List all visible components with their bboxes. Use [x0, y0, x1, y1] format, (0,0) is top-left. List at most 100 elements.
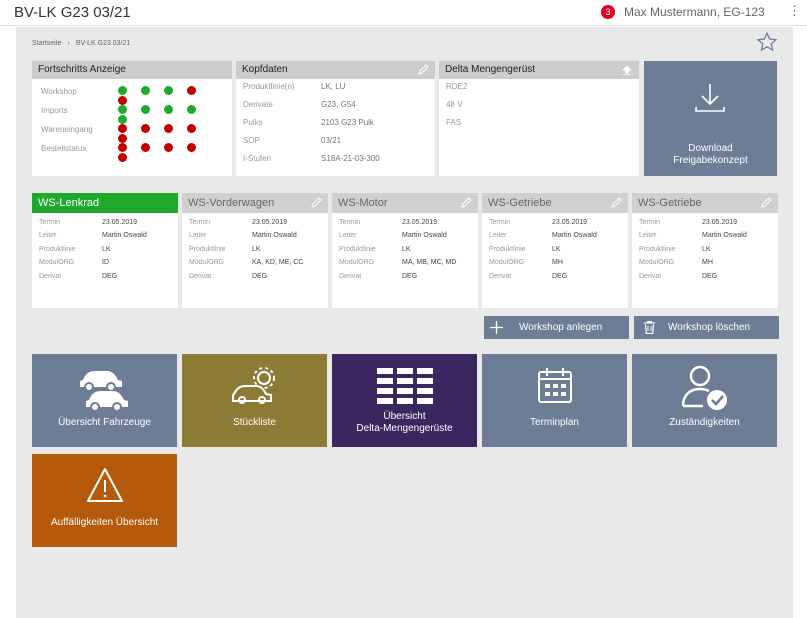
uebersicht-fahrzeuge-tile[interactable]: Übersicht Fahrzeuge: [32, 354, 177, 447]
more-menu-icon[interactable]: ⋮: [788, 3, 801, 19]
workshop-title: WS-Vorderwagen: [188, 197, 275, 209]
workshop-key: Leiter: [489, 232, 507, 240]
workshop-value: DEG: [402, 272, 418, 280]
workshop-row: Termin 23.05.2019: [182, 219, 328, 232]
status-dot-red: [118, 143, 127, 153]
workshop-row: Produktlinie LK: [482, 246, 628, 259]
status-dots: [118, 105, 232, 124]
workshop-key: Produktlinie: [639, 245, 676, 253]
calendar-icon: [537, 368, 572, 403]
kopfdaten-row: SOP 03/21: [243, 136, 435, 154]
workshop-anlegen-label: Workshop anlegen: [519, 322, 603, 333]
edit-icon[interactable]: [760, 197, 772, 209]
workshop-row: ModulORG KA, KD, ME, CC: [182, 259, 328, 272]
download-label-1: Download: [688, 143, 733, 154]
status-dots: [118, 143, 232, 162]
edit-icon[interactable]: [417, 64, 429, 76]
page-title: BV-LK G23 03/21: [14, 4, 131, 21]
delta-card: Delta Mengengerüst RDE2 48 V FAS: [439, 61, 639, 176]
kopfdaten-value: LK, LU: [321, 82, 346, 91]
favorite-star-icon[interactable]: [756, 31, 778, 53]
status-dots: [118, 86, 232, 105]
status-dot-red: [164, 143, 173, 153]
workshop-card[interactable]: WS-Lenkrad Termin 23.05.2019 Leiter Martin O…: [32, 193, 178, 308]
progress-row-label: Workshop: [41, 87, 77, 96]
breadcrumb-separator: ›: [67, 40, 70, 47]
workshop-value: 23.05.2019: [552, 219, 588, 226]
workshop-card[interactable]: WS-Getriebe Termin 23.05.2019 Leiter Martin …: [482, 193, 628, 308]
workshop-row: Termin 23.05.2019: [32, 219, 178, 232]
kopfdaten-key: SOP: [243, 136, 260, 145]
delta-item: RDE2: [446, 82, 468, 91]
tile-label: Übersicht Fahrzeuge: [58, 417, 151, 428]
workshop-key: Produktlinie: [189, 245, 226, 253]
workshop-key: Termin: [189, 219, 211, 226]
user-name[interactable]: Max Mustermann, EG-123: [624, 5, 765, 19]
workshop-value: LK: [102, 245, 111, 253]
workshop-row: ModulORG MA, MB, MC, MD: [332, 259, 478, 272]
workshop-key: ModulORG: [189, 259, 225, 267]
workshop-value: ID: [102, 259, 109, 267]
workshop-value: KA, KD, ME, CC: [252, 259, 304, 267]
kopfdaten-card: Kopfdaten Produktlinie(n) LK, LU Derivate G…: [236, 61, 435, 176]
notification-badge[interactable]: 3: [601, 5, 615, 19]
tile-label: Auffälligkeiten Übersicht: [50, 517, 159, 528]
kopfdaten-value: G23, G54: [321, 100, 356, 109]
cars-icon: [79, 371, 128, 412]
workshop-row: Termin 23.05.2019: [482, 219, 628, 232]
workshop-title: WS-Getriebe: [488, 197, 552, 209]
progress-row-label: Bestellstatus: [41, 144, 87, 153]
edit-icon[interactable]: [460, 197, 472, 209]
terminplan-tile[interactable]: Terminplan: [482, 354, 627, 447]
uebersicht-delta-mengengerueste-tile[interactable]: Übersicht Delta-Mengengerüste: [332, 354, 477, 447]
workshop-key: Leiter: [639, 232, 657, 240]
status-dot-green: [118, 105, 127, 115]
workshop-row: Termin 23.05.2019: [332, 219, 478, 232]
delta-title: Delta Mengengerüst: [445, 64, 536, 75]
status-dot-red: [187, 143, 196, 153]
workshop-row: Derivat DEG: [32, 273, 178, 286]
workshop-card[interactable]: WS-Vorderwagen Termin 23.05.2019 Leiter Mart…: [182, 193, 328, 308]
status-dot-red: [118, 133, 127, 143]
status-dot-green: [187, 105, 196, 115]
workshop-anlegen-button[interactable]: Workshop anlegen: [484, 316, 629, 339]
kopfdaten-key: Derivate: [243, 100, 273, 109]
download-freigabekonzept-tile[interactable]: Download Freigabekonzept: [644, 61, 777, 176]
status-dot-green: [118, 114, 127, 124]
status-dot-red: [141, 124, 150, 134]
workshop-key: ModulORG: [639, 259, 675, 267]
workshop-card[interactable]: WS-Getriebe Termin 23.05.2019 Leiter Martin …: [632, 193, 778, 308]
upload-icon[interactable]: [621, 64, 633, 76]
breadcrumb-home[interactable]: Startseite: [32, 40, 62, 47]
workshop-key: Produktlinie: [489, 245, 526, 253]
user-check-icon: [681, 365, 727, 410]
workshop-row: Derivat DEG: [182, 273, 328, 286]
status-dot-green: [118, 86, 127, 96]
edit-icon[interactable]: [610, 197, 622, 209]
workshop-loeschen-button[interactable]: Workshop löschen: [634, 316, 779, 339]
workshop-key: Derivat: [39, 272, 62, 280]
workshop-key: Derivat: [489, 272, 512, 280]
auffaelligkeiten-uebersicht-tile[interactable]: Auffälligkeiten Übersicht: [32, 454, 177, 547]
kopfdaten-value: S18A-21-03-300: [321, 154, 380, 163]
workshop-key: Leiter: [39, 232, 57, 240]
workshop-title: WS-Lenkrad: [38, 197, 100, 209]
status-dot-red: [164, 124, 173, 134]
edit-icon[interactable]: [310, 197, 322, 209]
kopfdaten-key: Produktlinie(n): [243, 82, 295, 91]
workshop-value: Martin Oswald: [252, 232, 297, 240]
tile-label: Zuständigkeiten: [669, 417, 740, 428]
workshop-value: LK: [702, 245, 711, 253]
stueckliste-tile[interactable]: Stückliste: [182, 354, 327, 447]
workshop-card[interactable]: WS-Motor Termin 23.05.2019 Leiter Martin Osw…: [332, 193, 478, 308]
workshop-title: WS-Getriebe: [638, 197, 702, 209]
progress-row: Wareneingang: [41, 124, 232, 143]
kopfdaten-key: Pulks: [243, 118, 263, 127]
workshop-row: Derivat DEG: [482, 273, 628, 286]
workshop-loeschen-label: Workshop löschen: [668, 322, 751, 333]
zustaendigkeiten-tile[interactable]: Zuständigkeiten: [632, 354, 777, 447]
workshop-value: DEG: [102, 272, 118, 280]
kopfdaten-title: Kopfdaten: [242, 64, 288, 75]
progress-card: Fortschritts Anzeige Workshop Imports Ware…: [32, 61, 232, 176]
workshop-value: DEG: [552, 272, 568, 280]
